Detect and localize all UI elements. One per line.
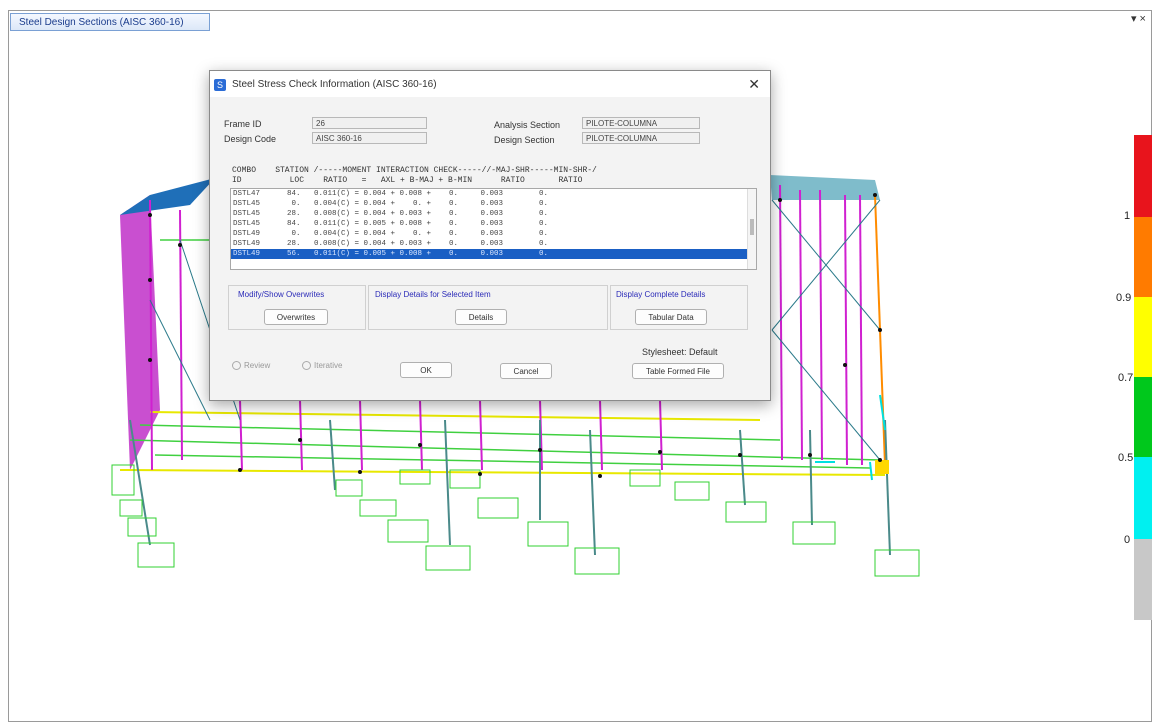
table-row[interactable]: DSTL45 28. 0.008(C) = 0.004 + 0.003 + 0.… — [231, 209, 756, 219]
close-icon[interactable]: ✕ — [748, 76, 760, 93]
design-section-field: PILOTE-COLUMNA — [582, 132, 700, 144]
overwrites-group-title: Modify/Show Overwrites — [238, 290, 325, 299]
table-header-line1: COMBO STATION /-----MOMENT INTERACTION C… — [232, 166, 597, 175]
legend-label-0.9: 0.9 — [1116, 292, 1132, 304]
design-section-label: Design Section — [494, 135, 555, 145]
tabular-data-button[interactable]: Tabular Data — [635, 309, 707, 325]
analysis-section-label: Analysis Section — [494, 120, 561, 130]
review-radio[interactable]: Review — [232, 361, 270, 371]
legend-green — [1134, 377, 1152, 457]
legend-label-0.7: 0.7 — [1118, 372, 1134, 384]
analysis-section-field: PILOTE-COLUMNA — [582, 117, 700, 129]
dialog-title-bar[interactable]: S Steel Stress Check Information (AISC 3… — [210, 71, 770, 97]
frame-id-field: 26 — [312, 117, 427, 129]
design-code-label: Design Code — [224, 134, 277, 144]
legend-label-0.5: 0.5 — [1118, 452, 1134, 464]
ok-button[interactable]: OK — [400, 362, 452, 378]
table-row[interactable]: DSTL45 84. 0.011(C) = 0.005 + 0.008 + 0.… — [231, 219, 756, 229]
app-icon: S — [214, 79, 226, 91]
table-row-selected[interactable]: DSTL49 56. 0.011(C) = 0.005 + 0.008 + 0.… — [231, 249, 756, 259]
legend-label-0: 0 — [1124, 534, 1131, 546]
legend-red — [1134, 135, 1152, 217]
details-button[interactable]: Details — [455, 309, 507, 325]
details-group-title: Display Details for Selected Item — [375, 290, 491, 299]
table-row[interactable]: DSTL45 0. 0.004(C) = 0.004 + 0. + 0. 0.0… — [231, 199, 756, 209]
table-row[interactable]: DSTL49 28. 0.008(C) = 0.004 + 0.003 + 0.… — [231, 239, 756, 249]
table-row[interactable]: DSTL47 84. 0.011(C) = 0.004 + 0.008 + 0.… — [231, 189, 756, 199]
legend-gray — [1134, 539, 1152, 620]
table-formed-file-button[interactable]: Table Formed File — [632, 363, 724, 379]
stylesheet-label: Stylesheet: Default — [642, 347, 718, 357]
combo-results-list[interactable]: DSTL47 84. 0.011(C) = 0.004 + 0.008 + 0.… — [230, 188, 757, 270]
legend-label-1: 1 — [1124, 210, 1131, 222]
legend-yellow — [1134, 297, 1152, 377]
design-code-field: AISC 360-16 — [312, 132, 427, 144]
legend-cyan — [1134, 457, 1152, 539]
complete-details-group-title: Display Complete Details — [616, 290, 706, 299]
stress-check-dialog: S Steel Stress Check Information (AISC 3… — [209, 70, 771, 401]
dialog-title: Steel Stress Check Information (AISC 360… — [232, 79, 437, 90]
legend-orange — [1134, 217, 1152, 297]
list-scrollbar[interactable] — [747, 189, 756, 269]
ratio-color-legend — [1134, 135, 1152, 620]
table-row[interactable]: DSTL49 0. 0.004(C) = 0.004 + 0. + 0. 0.0… — [231, 229, 756, 239]
iterative-radio[interactable]: Iterative — [302, 361, 342, 371]
cancel-button[interactable]: Cancel — [500, 363, 552, 379]
frame-id-label: Frame ID — [224, 119, 262, 129]
overwrites-button[interactable]: Overwrites — [264, 309, 328, 325]
table-header-line2: ID LOC RATIO = AXL + B-MAJ + B-MIN RATIO… — [232, 176, 583, 185]
